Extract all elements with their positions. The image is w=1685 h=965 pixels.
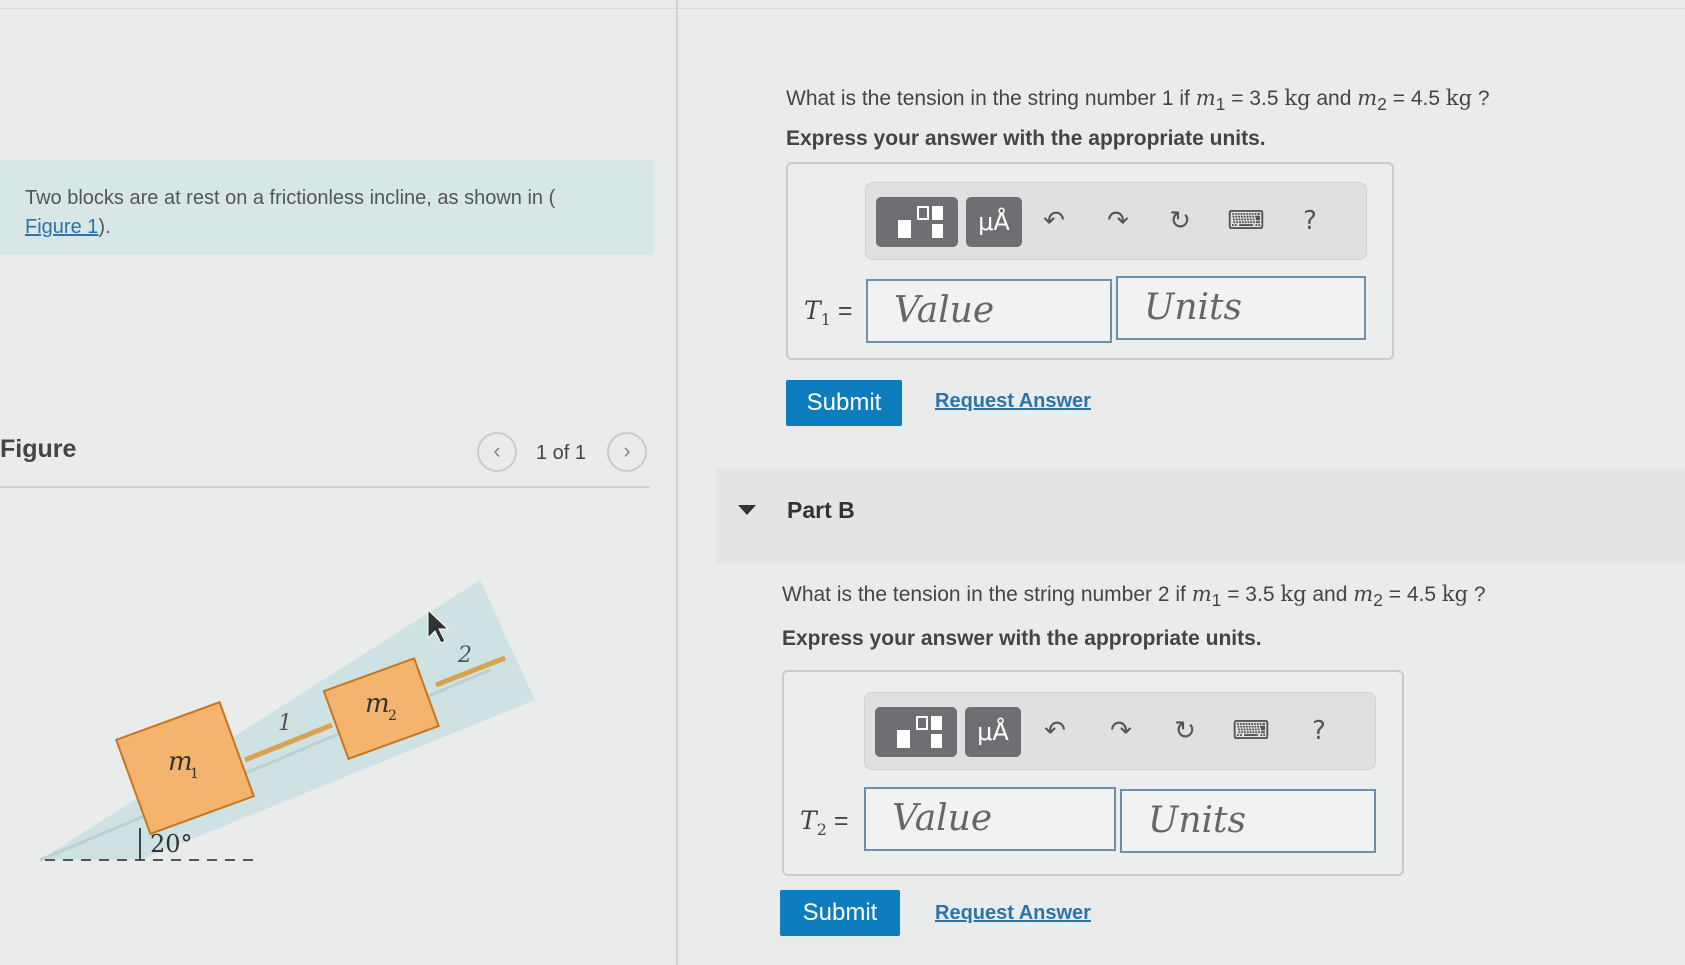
t1-equals: =: [830, 297, 853, 325]
part-b-header[interactable]: [716, 468, 1685, 564]
m1-subscript: 1: [1215, 94, 1226, 115]
t2-equals: =: [826, 807, 849, 835]
t1-subscript: 1: [820, 310, 831, 329]
m1-subscript-b: 1: [1211, 590, 1222, 611]
incline-figure: 20° 1 2 m 1 m 2: [39, 580, 535, 862]
keyboard-icon[interactable]: ⌨: [1226, 201, 1266, 241]
part-b-question-text: What is the tension in the string number…: [782, 583, 1186, 606]
block-m2-sub: 2: [388, 708, 397, 724]
undo-icon[interactable]: ↶: [1034, 201, 1074, 241]
intro-after: ).: [98, 216, 111, 238]
question-mark-b: ?: [1468, 583, 1486, 606]
problem-intro: Two blocks are at rest on a frictionless…: [0, 160, 654, 255]
part-a-toolbar: μÅ ↶ ↷ ↻ ⌨ ?: [865, 182, 1367, 260]
figure-divider: [0, 486, 650, 488]
t1-symbol: T: [804, 296, 821, 325]
question-mark: ?: [1472, 87, 1490, 110]
part-a-answer-box: μÅ ↶ ↷ ↻ ⌨ ? T1 = Value Units: [786, 162, 1394, 360]
m2-unit-b: kg: [1441, 582, 1469, 606]
block-m2-label: m: [365, 689, 390, 719]
units-button[interactable]: μÅ: [965, 707, 1021, 757]
t1-value-input[interactable]: Value: [866, 279, 1112, 343]
reset-icon[interactable]: ↻: [1165, 711, 1205, 751]
m2-symbol: m: [1357, 86, 1378, 110]
redo-icon[interactable]: ↷: [1098, 201, 1138, 241]
help-icon[interactable]: ?: [1290, 201, 1330, 241]
m2-symbol-b: m: [1353, 582, 1374, 606]
part-a-submit-button[interactable]: Submit: [786, 380, 902, 426]
part-b-instructions: Express your answer with the appropriate…: [782, 627, 1262, 650]
part-b-question: What is the tension in the string number…: [782, 582, 1486, 611]
help-icon[interactable]: ?: [1299, 711, 1339, 751]
chevron-left-icon[interactable]: ‹: [477, 432, 517, 472]
part-b-request-answer-link[interactable]: Request Answer: [935, 902, 1091, 925]
part-a-instructions: Express your answer with the appropriate…: [786, 127, 1266, 150]
part-a-question: What is the tension in the string number…: [786, 86, 1490, 115]
part-a-request-answer-link[interactable]: Request Answer: [935, 390, 1091, 413]
t2-units-input[interactable]: Units: [1120, 789, 1376, 853]
pane-divider: [676, 0, 678, 965]
caret-down-icon[interactable]: [738, 505, 756, 515]
t1-units-input[interactable]: Units: [1116, 276, 1366, 340]
chevron-right-icon[interactable]: ›: [607, 432, 647, 472]
t2-subscript: 2: [816, 820, 827, 839]
t2-label: T2 =: [800, 806, 848, 839]
and-text-b: and: [1306, 583, 1354, 606]
t2-value-input[interactable]: Value: [864, 787, 1116, 851]
part-b-toolbar: μÅ ↶ ↷ ↻ ⌨ ?: [864, 692, 1376, 770]
m1-value-b: = 3.5: [1221, 583, 1281, 606]
angle-label: 20°: [150, 830, 193, 858]
figure-link[interactable]: Figure 1: [25, 216, 98, 238]
block-m1-sub: 1: [190, 766, 199, 782]
reset-icon[interactable]: ↻: [1160, 201, 1200, 241]
m2-value-b: = 4.5: [1382, 583, 1442, 606]
keyboard-icon[interactable]: ⌨: [1231, 711, 1271, 751]
intro-text: Two blocks are at rest on a frictionless…: [25, 187, 556, 209]
string-1-label: 1: [278, 711, 292, 736]
block-m1-label: m: [168, 747, 193, 777]
templates-glyph-icon: [898, 206, 943, 238]
redo-icon[interactable]: ↷: [1101, 711, 1141, 751]
m2-unit: kg: [1445, 86, 1473, 110]
m1-unit-b: kg: [1280, 582, 1307, 606]
units-button[interactable]: μÅ: [966, 197, 1022, 247]
m1-symbol: m: [1195, 86, 1216, 110]
m1-unit: kg: [1284, 86, 1311, 110]
templates-glyph-icon: [897, 716, 942, 748]
m1-symbol-b: m: [1191, 582, 1212, 606]
t1-label: T1 =: [804, 296, 852, 329]
part-b-label: Part B: [787, 497, 855, 523]
part-b-answer-box: μÅ ↶ ↷ ↻ ⌨ ? T2 = Value Units: [782, 670, 1404, 876]
figure-pager: 1 of 1: [536, 442, 587, 464]
undo-icon[interactable]: ↶: [1035, 711, 1075, 751]
and-text: and: [1310, 87, 1358, 110]
m2-subscript-b: 2: [1373, 590, 1383, 611]
t2-symbol: T: [800, 806, 817, 835]
m2-value: = 4.5: [1386, 87, 1446, 110]
m1-value: = 3.5: [1225, 87, 1285, 110]
templates-icon[interactable]: [875, 707, 957, 757]
figure-title: Figure: [0, 435, 77, 463]
m2-subscript: 2: [1377, 94, 1387, 115]
part-b-submit-button[interactable]: Submit: [780, 890, 900, 936]
templates-icon[interactable]: [876, 197, 958, 247]
part-a-question-text: What is the tension in the string number…: [786, 87, 1190, 110]
top-border: [0, 8, 1685, 9]
string-2-label: 2: [457, 643, 472, 668]
